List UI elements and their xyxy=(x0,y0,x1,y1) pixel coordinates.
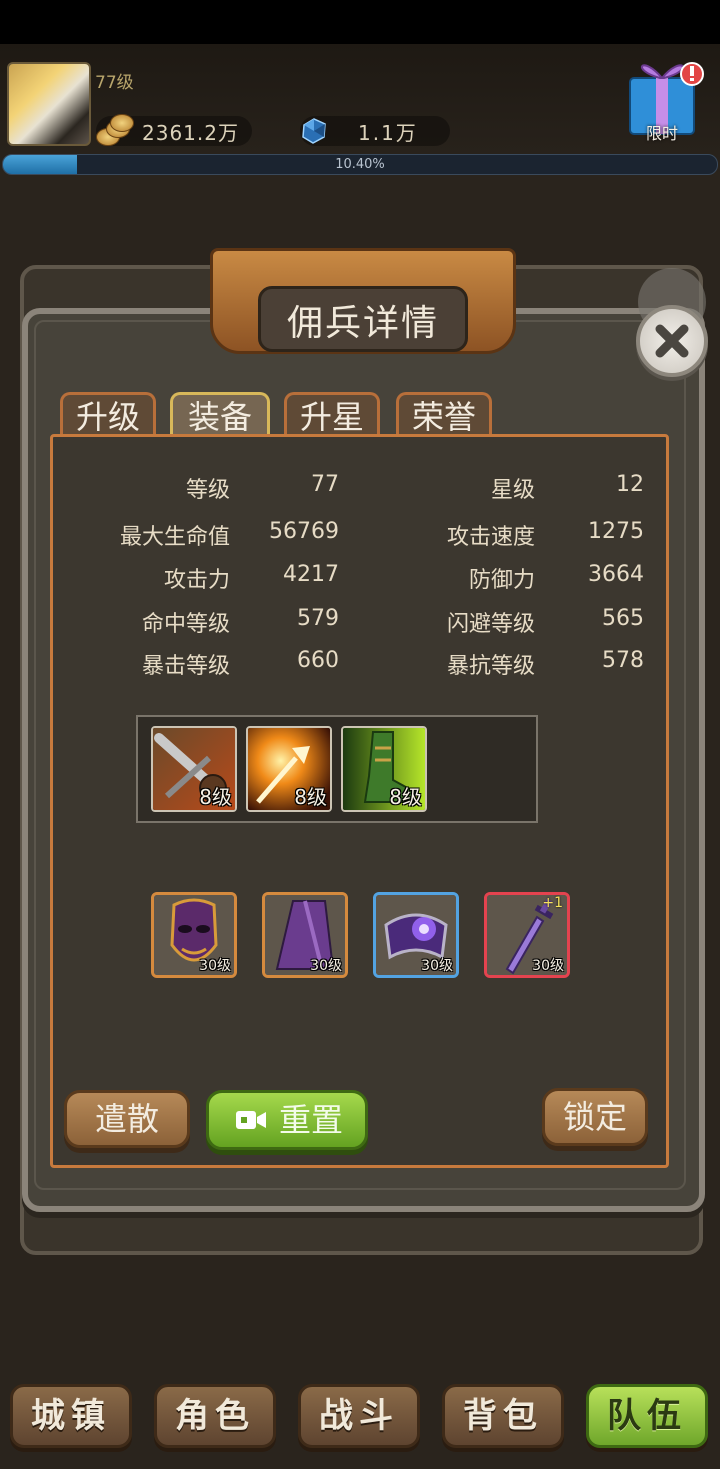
equipment-level: 30级 xyxy=(421,958,453,974)
equipment-level: 30级 xyxy=(199,958,231,974)
tab-star-up[interactable]: 升星 xyxy=(284,392,380,438)
stat-value-max-hp: 56769 xyxy=(269,519,339,544)
reset-button[interactable]: 重置 xyxy=(206,1090,368,1150)
gem-amount: 1.1万 xyxy=(358,121,418,145)
close-button[interactable] xyxy=(636,305,708,377)
stat-value-hit: 579 xyxy=(297,606,339,631)
nav-character[interactable]: 角色 xyxy=(154,1384,276,1448)
stat-label-level: 等级 xyxy=(185,478,230,503)
player-level: 77级 xyxy=(95,73,134,93)
stat-label-max-hp: 最大生命值 xyxy=(119,525,230,550)
stat-value-star: 12 xyxy=(616,472,644,497)
stat-value-dodge: 565 xyxy=(602,606,644,631)
tab-upgrade[interactable]: 升级 xyxy=(60,392,156,438)
skill-level: 8级 xyxy=(199,785,232,809)
nav-team[interactable]: 队伍 xyxy=(586,1384,708,1448)
coin-icon xyxy=(96,114,134,146)
stat-label-defense: 防御力 xyxy=(468,568,535,593)
skill-level: 8级 xyxy=(294,785,327,809)
reset-label: 重置 xyxy=(279,1101,344,1139)
video-camera-icon xyxy=(236,1111,266,1129)
nav-bag[interactable]: 背包 xyxy=(442,1384,564,1448)
tab-honor[interactable]: 荣誉 xyxy=(396,392,492,438)
player-avatar[interactable] xyxy=(7,62,91,146)
panel-title: 佣兵详情 xyxy=(286,303,439,344)
stat-value-attack-speed: 1275 xyxy=(588,519,644,544)
equipment-level: 30级 xyxy=(532,958,564,974)
stat-value-crit-resist: 578 xyxy=(602,648,644,673)
stat-label-dodge: 闪避等级 xyxy=(446,612,535,637)
coin-amount: 2361.2万 xyxy=(142,121,239,145)
stat-label-star: 星级 xyxy=(490,478,535,503)
stat-label-hit: 命中等级 xyxy=(141,612,230,637)
equipment-level: 30级 xyxy=(310,958,342,974)
gem-icon xyxy=(298,115,330,147)
stat-value-attack: 4217 xyxy=(283,562,339,587)
experience-percent: 10.40% xyxy=(335,157,385,172)
stat-label-crit: 暴击等级 xyxy=(141,654,230,679)
tab-equipment[interactable]: 装备 xyxy=(170,392,270,438)
skill-slot-sword[interactable]: 8级 xyxy=(151,726,237,812)
equipment-slot-dagger[interactable]: +1 30级 xyxy=(484,892,570,978)
skill-level: 8级 xyxy=(389,785,422,809)
enhance-badge: +1 xyxy=(542,895,563,911)
stat-label-attack-speed: 攻击速度 xyxy=(446,525,535,550)
status-bar xyxy=(0,0,720,44)
equipment-slot-bracer[interactable]: 30级 xyxy=(373,892,459,978)
nav-battle[interactable]: 战斗 xyxy=(298,1384,420,1448)
stat-value-crit: 660 xyxy=(297,648,339,673)
close-icon xyxy=(655,324,689,358)
stat-label-attack: 攻击力 xyxy=(163,568,230,593)
equipment-slot-cloak[interactable]: 30级 xyxy=(262,892,348,978)
gift-label: 限时 xyxy=(646,124,679,143)
dismiss-button[interactable]: 遣散 xyxy=(64,1090,190,1148)
skill-slot-boot[interactable]: 8级 xyxy=(341,726,427,812)
stat-label-crit-resist: 暴抗等级 xyxy=(446,654,535,679)
experience-bar: 10.40% xyxy=(2,154,718,175)
nav-town[interactable]: 城镇 xyxy=(10,1384,132,1448)
skill-slot-fire-arrow[interactable]: 8级 xyxy=(246,726,332,812)
lock-button[interactable]: 锁定 xyxy=(542,1088,648,1146)
equipment-slot-mask[interactable]: 30级 xyxy=(151,892,237,978)
stat-value-level: 77 xyxy=(311,472,339,497)
stat-value-defense: 3664 xyxy=(588,562,644,587)
